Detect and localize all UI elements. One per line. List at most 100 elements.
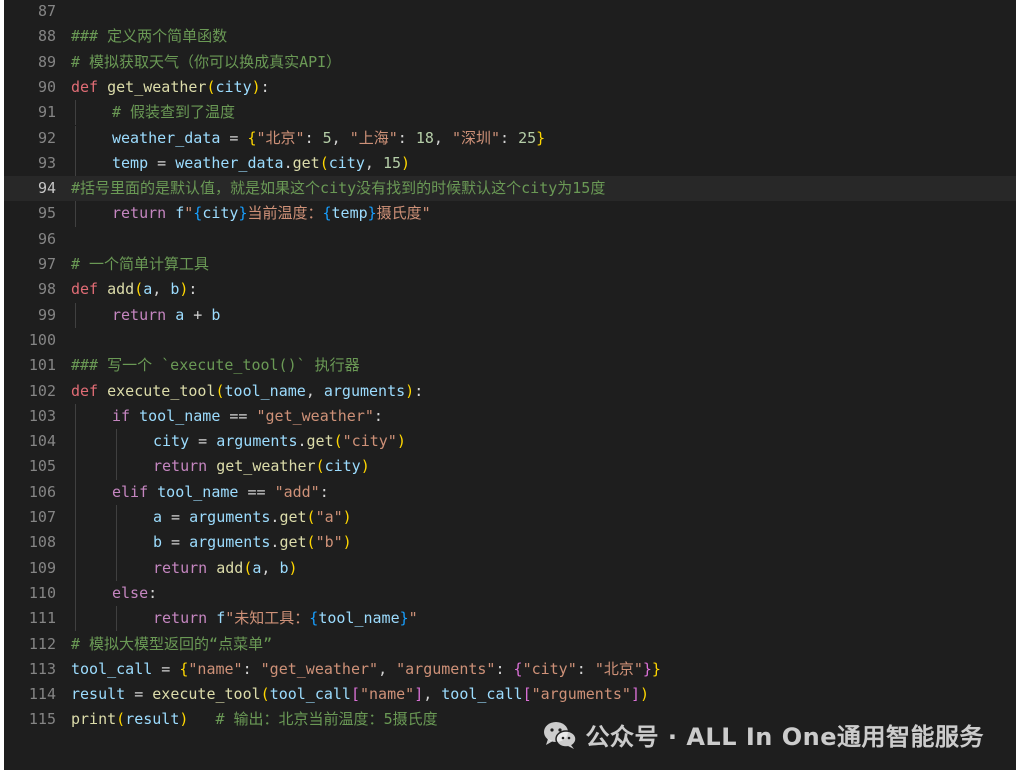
line-number: 102 <box>28 381 56 400</box>
code-text: elif tool_name == "add": <box>112 480 329 505</box>
code-line[interactable]: 106 elif tool_name == "add": <box>4 480 1016 505</box>
code-line[interactable]: 95 return f"{city}当前温度：{temp}摄氏度" <box>4 201 1016 226</box>
code-line[interactable]: 104 city = arguments.get("city") <box>4 429 1016 454</box>
code-token: = <box>220 128 248 147</box>
code-token: = <box>125 685 153 704</box>
code-line[interactable]: 90 def get_weather(city): <box>4 75 1016 100</box>
code-token: f <box>175 204 185 223</box>
code-line[interactable]: 101 ### 写一个 `execute_tool()` 执行器 <box>4 353 1016 378</box>
screenshot-frame: 87 88 ### 定义两个简单函数 89 # 模拟获取天气（你可以换成真实API） 90… <box>4 0 1016 770</box>
code-line[interactable]: 109 return add(a, b) <box>4 556 1016 581</box>
code-editor[interactable]: 87 88 ### 定义两个简单函数 89 # 模拟获取天气（你可以换成真实API） 90… <box>4 0 1016 770</box>
indent-guide <box>75 505 76 531</box>
code-token: ) <box>401 153 411 172</box>
code-token: temp <box>331 204 368 223</box>
code-line[interactable]: 99 return a + b <box>4 303 1016 328</box>
code-token: : <box>373 406 383 425</box>
code-token: city <box>202 204 239 223</box>
code-token: " <box>184 204 194 223</box>
line-number: 106 <box>28 482 56 501</box>
code-token: "name" <box>360 685 415 704</box>
code-token: } <box>399 609 409 628</box>
code-line[interactable]: 100 <box>4 328 1016 353</box>
code-token: 18 <box>415 128 434 147</box>
line-number: 108 <box>28 533 56 552</box>
code-line[interactable]: 102 def execute_tool(tool_name, arguments… <box>4 379 1016 404</box>
code-token: = <box>152 659 180 678</box>
code-line[interactable]: 92 weather_data = {"北京": 5, "上海": 18, "深圳… <box>4 126 1016 151</box>
code-line[interactable]: 111 return f"未知工具：{tool_name}" <box>4 606 1016 631</box>
code-token: ) <box>396 432 406 451</box>
code-token: , <box>423 685 442 704</box>
code-token: { <box>247 128 257 147</box>
code-token: return <box>153 457 208 476</box>
code-token: "北京" <box>594 659 643 678</box>
code-line[interactable]: 87 <box>4 0 1016 24</box>
code-text: result = execute_tool(tool_call["name"],… <box>71 682 649 707</box>
code-token: add <box>216 558 244 577</box>
code-line[interactable]: 103 if tool_name == "get_weather": <box>4 404 1016 429</box>
code-line[interactable]: 110 else: <box>4 581 1016 606</box>
code-line[interactable]: 114 result = execute_tool(tool_call["name… <box>4 682 1016 707</box>
code-text: return f"{city}当前温度：{temp}摄氏度" <box>112 201 431 226</box>
indent-guide <box>75 100 76 126</box>
code-token: 摄氏度" <box>376 204 431 223</box>
code-token: ( <box>315 457 325 476</box>
wechat-icon <box>542 720 578 750</box>
code-token: temp <box>112 153 149 172</box>
code-token: : <box>148 583 158 602</box>
code-token: } <box>651 659 661 678</box>
code-line[interactable]: 108 b = arguments.get("b") <box>4 530 1016 555</box>
code-text: else: <box>112 581 157 606</box>
code-token: weather_data <box>175 153 284 172</box>
code-token: arguments <box>216 432 298 451</box>
code-line[interactable]: 93 temp = weather_data.get(city, 15) <box>4 151 1016 176</box>
code-token: : <box>304 128 323 147</box>
code-token: "arguments" <box>531 685 631 704</box>
code-token: "上海" <box>349 128 398 147</box>
code-token: "未知工具： <box>225 609 310 628</box>
line-number: 96 <box>37 229 56 248</box>
code-line[interactable]: 96 <box>4 227 1016 252</box>
code-line[interactable]: 91 # 假装查到了温度 <box>4 100 1016 125</box>
code-token: get <box>279 533 307 552</box>
code-text: # 模拟大模型返回的“点菜单” <box>71 632 272 657</box>
code-token: { <box>513 659 523 678</box>
code-token: = <box>162 508 190 526</box>
code-line[interactable]: 107 a = arguments.get("a") <box>4 505 1016 530</box>
code-text: # 假装查到了温度 <box>112 100 235 125</box>
indent-guide <box>116 429 117 455</box>
code-token: # 模拟获取天气（你可以换成真实API） <box>71 52 342 71</box>
code-line[interactable]: 88 ### 定义两个简单函数 <box>4 24 1016 49</box>
code-line[interactable]: 105 return get_weather(city) <box>4 454 1016 479</box>
code-line[interactable]: 97 # 一个简单计算工具 <box>4 252 1016 277</box>
line-number: 93 <box>37 153 56 172</box>
code-token: : <box>397 128 416 147</box>
indent-guide <box>116 505 117 531</box>
code-line[interactable]: 94 #括号里面的是默认值，就是如果这个city没有找到的时候默认这个city为1… <box>4 176 1016 202</box>
code-token: : <box>319 482 329 501</box>
indent-guide <box>75 150 76 177</box>
code-token: ( <box>116 710 126 729</box>
line-number: 113 <box>28 659 56 678</box>
code-line[interactable]: 98 def add(a, b): <box>4 277 1016 302</box>
code-line[interactable]: 89 # 模拟获取天气（你可以换成真实API） <box>4 50 1016 75</box>
code-line[interactable]: 113 tool_call = {"name": "get_weather", "… <box>4 657 1016 682</box>
code-text: return f"未知工具：{tool_name}" <box>153 606 418 631</box>
code-token: = <box>189 432 217 451</box>
code-token: ) <box>639 685 649 704</box>
code-token: tool_name <box>224 381 306 400</box>
code-token: , <box>331 128 350 147</box>
code-token: def <box>71 77 99 96</box>
code-token: city <box>324 457 361 476</box>
code-token: tool_name <box>318 609 400 628</box>
code-line[interactable]: 112 # 模拟大模型返回的“点菜单” <box>4 632 1016 657</box>
code-token: #括号里面的是默认值，就是如果这个city没有找到的时候默认这个city为15度 <box>71 179 606 198</box>
indent-guide <box>116 555 117 581</box>
code-token: : <box>500 128 519 147</box>
code-token: ( <box>243 558 253 577</box>
code-token: tool_call <box>441 685 523 704</box>
